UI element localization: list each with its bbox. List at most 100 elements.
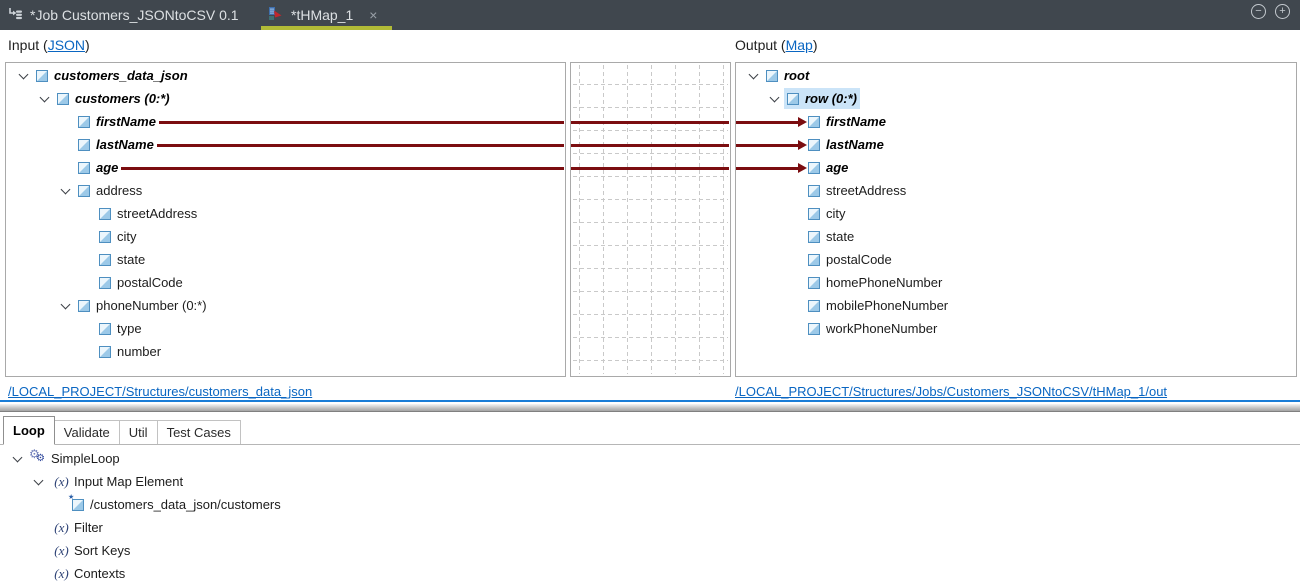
tree-item-city[interactable]: city (736, 202, 1296, 225)
tree-item-label: state (826, 229, 854, 244)
element-icon (99, 346, 111, 358)
output-structure-path-link[interactable]: /LOCAL_PROJECT/Structures/Jobs/Customers… (735, 384, 1167, 399)
element-icon (787, 93, 799, 105)
element-icon (78, 185, 90, 197)
tree-item-homephonenumber[interactable]: homePhoneNumber (736, 271, 1296, 294)
element-icon (808, 185, 820, 197)
chevron-down-icon[interactable] (55, 189, 75, 193)
tree-item-firstname[interactable]: firstName (6, 110, 565, 133)
tab-job-editor[interactable]: *Job Customers_JSONtoCSV 0.1 (7, 0, 239, 30)
minimize-icon[interactable]: − (1251, 4, 1266, 19)
element-icon (99, 277, 111, 289)
tree-item-label: streetAddress (826, 183, 906, 198)
tree-item-streetaddress[interactable]: streetAddress (6, 202, 565, 225)
maximize-icon[interactable]: + (1275, 4, 1290, 19)
element-icon (57, 93, 69, 105)
chevron-down-icon[interactable] (13, 74, 33, 78)
tree-item-customers-data-json[interactable]: customers_data_json (6, 64, 565, 87)
chevron-down-icon[interactable] (764, 97, 784, 101)
tree-item-postalcode[interactable]: postalCode (736, 248, 1296, 271)
output-tree: root row (0:*) firstName lastName age streetA… (736, 63, 1296, 340)
tree-item-filter[interactable]: (x)Filter (0, 516, 1300, 539)
tree-item-input-map-element[interactable]: (x)Input Map Element (0, 470, 1300, 493)
tree-item-workphonenumber[interactable]: workPhoneNumber (736, 317, 1296, 340)
input-title-text: Input ( (8, 37, 48, 53)
tree-item-lastname[interactable]: lastName (736, 133, 1296, 156)
tree-item-simpleloop[interactable]: ⚙⚙SimpleLoop (0, 447, 1300, 470)
element-icon (808, 208, 820, 220)
tab-label: *tHMap_1 (291, 7, 353, 23)
tab-loop[interactable]: Loop (3, 416, 55, 445)
input-structure-path-link[interactable]: /LOCAL_PROJECT/Structures/customers_data… (8, 384, 312, 399)
tree-item-label: age (826, 160, 848, 175)
close-icon[interactable]: × (369, 7, 377, 23)
tree-item-postalcode[interactable]: postalCode (6, 271, 565, 294)
tree-item-root[interactable]: root (736, 64, 1296, 87)
tree-item-phonenumber-0[interactable]: phoneNumber (0:*) (6, 294, 565, 317)
chevron-down-icon[interactable] (28, 480, 48, 484)
tree-item-row-0[interactable]: row (0:*) (736, 87, 1296, 110)
tree-item-lastname[interactable]: lastName (6, 133, 565, 156)
tree-item-mobilephonenumber[interactable]: mobilePhoneNumber (736, 294, 1296, 317)
tab-test-cases-label: Test Cases (167, 425, 231, 440)
element-icon (78, 116, 90, 128)
tree-item-customers-data-json-customers[interactable]: ★ /customers_data_json/customers (0, 493, 1300, 516)
tree-item-label: phoneNumber (0:*) (96, 298, 207, 313)
fx-icon: (x) (51, 520, 72, 536)
element-icon (808, 116, 820, 128)
input-tree: customers_data_json customers (0:*) firstN… (6, 63, 565, 363)
chevron-down-icon[interactable] (34, 97, 54, 101)
tree-item-firstname[interactable]: firstName (736, 110, 1296, 133)
tree-item-label: /customers_data_json/customers (90, 497, 281, 512)
tree-item-age[interactable]: age (6, 156, 565, 179)
tree-item-label: lastName (826, 137, 884, 152)
tree-item-state[interactable]: state (736, 225, 1296, 248)
element-new-icon: ★ (72, 499, 84, 511)
element-icon (766, 70, 778, 82)
tree-item-number[interactable]: number (6, 340, 565, 363)
tree-item-label: row (0:*) (805, 91, 857, 106)
tree-item-label: customers (0:*) (75, 91, 170, 106)
tree-item-label: state (117, 252, 145, 267)
tree-item-label: mobilePhoneNumber (826, 298, 948, 313)
tab-test-cases[interactable]: Test Cases (158, 420, 241, 444)
tree-item-label: city (117, 229, 137, 244)
tree-item-state[interactable]: state (6, 248, 565, 271)
tree-item-label: streetAddress (117, 206, 197, 221)
element-icon (808, 231, 820, 243)
input-panel-title: Input (JSON) (8, 31, 90, 59)
tree-item-label: postalCode (117, 275, 183, 290)
tree-item-label: Contexts (74, 566, 125, 581)
tree-item-city[interactable]: city (6, 225, 565, 248)
tree-item-contexts[interactable]: (x)Contexts (0, 562, 1300, 585)
tree-item-label: number (117, 344, 161, 359)
tab-validate[interactable]: Validate (55, 420, 120, 444)
json-structure-link[interactable]: JSON (48, 37, 85, 53)
chevron-down-icon[interactable] (743, 74, 763, 78)
tree-item-sort-keys[interactable]: (x)Sort Keys (0, 539, 1300, 562)
element-icon (808, 277, 820, 289)
view-controls: − + (1251, 4, 1290, 19)
mapping-canvas[interactable] (570, 62, 731, 377)
tree-item-type[interactable]: type (6, 317, 565, 340)
tree-item-customers-0[interactable]: customers (0:*) (6, 87, 565, 110)
tree-item-address[interactable]: address (6, 179, 565, 202)
canvas-grid (571, 63, 730, 376)
map-structure-link[interactable]: Map (786, 37, 813, 53)
tree-item-label: firstName (826, 114, 886, 129)
tree-item-label: firstName (96, 114, 156, 129)
output-panel-title: Output (Map) (735, 31, 818, 59)
tree-item-age[interactable]: age (736, 156, 1296, 179)
tab-util[interactable]: Util (120, 420, 158, 444)
tree-item-streetaddress[interactable]: streetAddress (736, 179, 1296, 202)
element-icon (99, 254, 111, 266)
element-icon (99, 231, 111, 243)
splitter-sash[interactable] (0, 404, 1300, 412)
chevron-down-icon[interactable] (7, 457, 27, 461)
tree-item-label: type (117, 321, 142, 336)
chevron-down-icon[interactable] (55, 304, 75, 308)
tab-label: *Job Customers_JSONtoCSV 0.1 (30, 7, 239, 23)
element-icon (36, 70, 48, 82)
element-icon (78, 162, 90, 174)
thmap-editor-window: *Job Customers_JSONtoCSV 0.1 *tHMap_1 × … (0, 0, 1300, 587)
